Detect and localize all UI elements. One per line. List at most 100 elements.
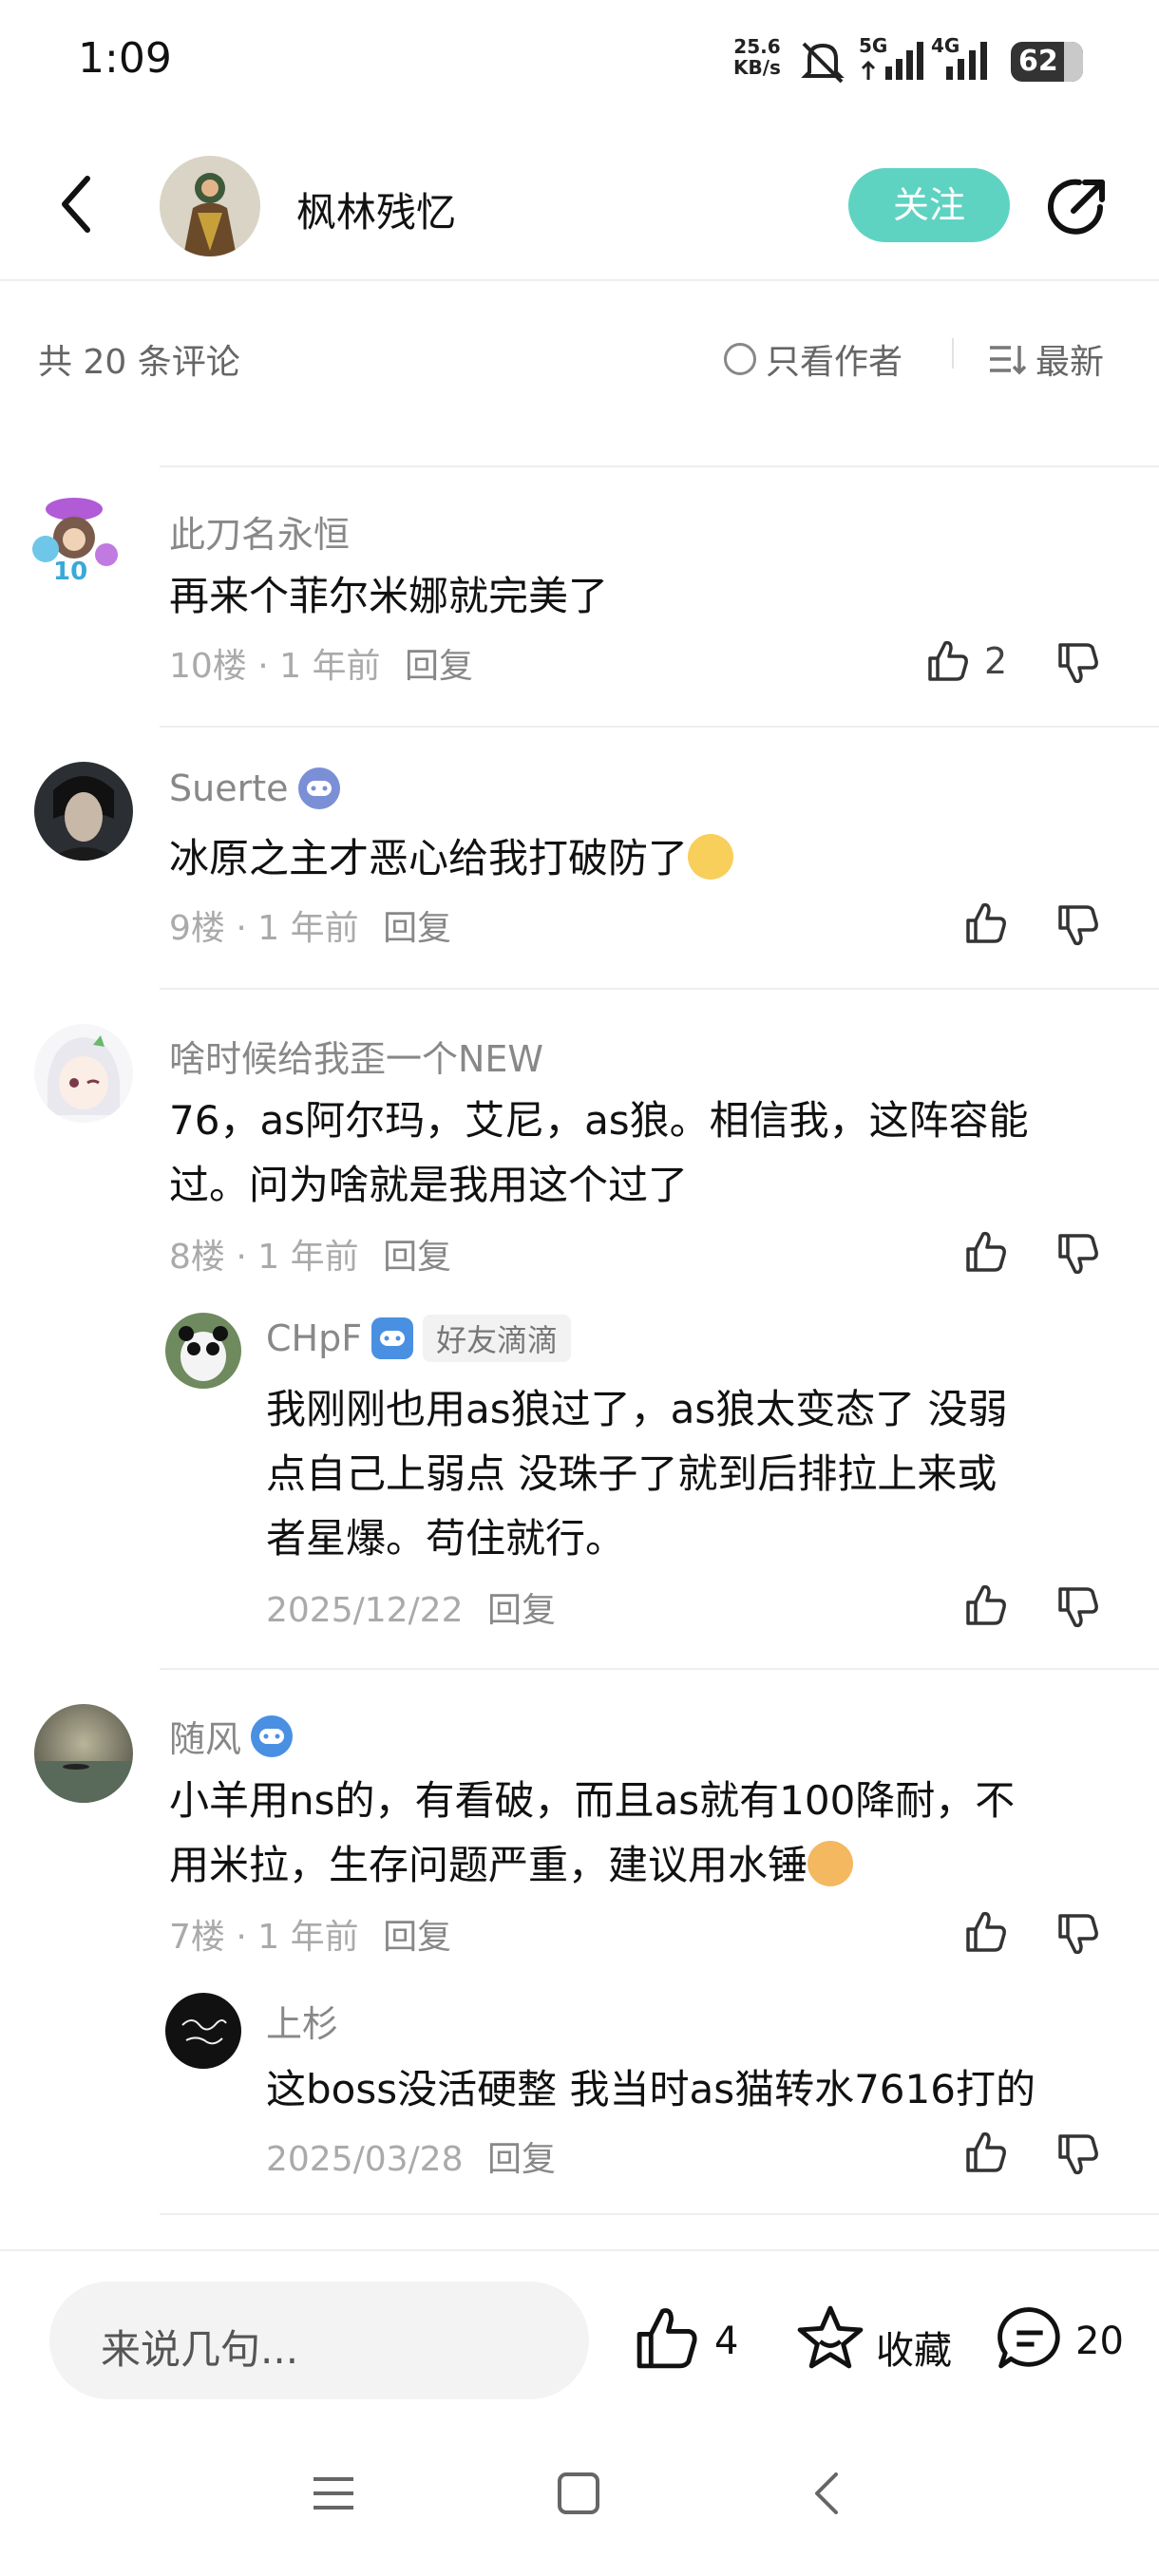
like-icon[interactable]: [962, 1228, 1010, 1276]
reply-meta: 2025/03/28 回复: [266, 2131, 556, 2181]
reply-user-name-row: CHpF 好友滴滴: [266, 1315, 572, 1362]
svg-text:10: 10: [53, 558, 87, 586]
reply-text: 这boss没活硬整 我当时as猫转水7616打的: [266, 2066, 1036, 2112]
author-name[interactable]: 枫林残忆: [296, 180, 456, 238]
reply-user-name[interactable]: CHpF: [266, 1317, 362, 1359]
reply-button[interactable]: 回复: [383, 909, 451, 948]
author-avatar[interactable]: [160, 156, 260, 256]
list-divider: [160, 726, 1159, 728]
comment-meta: 7楼 · 1 年前 回复: [169, 1918, 452, 1957]
comment-text-line: 小羊用ns的，有看破，而且as就有100降耐，不: [169, 1777, 1016, 1824]
comment-text: 冰原之主才恶心给我打破防了: [169, 835, 689, 881]
reply-button[interactable]: 回复: [383, 1238, 451, 1277]
reply-button[interactable]: 回复: [383, 1918, 451, 1957]
battery-level: 62: [1018, 45, 1058, 78]
menu-icon[interactable]: [310, 2470, 357, 2517]
dislike-icon[interactable]: [1054, 2131, 1102, 2178]
reply-meta: 2025/12/22 回复: [266, 1582, 556, 1632]
share-icon[interactable]: [1045, 173, 1112, 239]
back-arrow-icon[interactable]: [55, 171, 97, 237]
dislike-icon[interactable]: [1054, 639, 1102, 687]
gamepad-badge-icon: [297, 767, 340, 809]
dislike-icon[interactable]: [1054, 1583, 1102, 1631]
speed-value: 25.6: [733, 35, 781, 58]
smirk-emoji-icon: [688, 834, 734, 880]
comment-meta: 10楼 · 1 年前 回复: [169, 647, 473, 686]
favorite-label[interactable]: 收藏: [876, 2320, 952, 2375]
list-divider: [160, 1668, 1159, 1670]
signal-4g-icon: [946, 42, 987, 80]
reply-avatar[interactable]: [165, 1993, 241, 2069]
like-icon[interactable]: [924, 637, 972, 685]
author-only-toggle[interactable]: 只看作者: [724, 334, 902, 384]
comment-text-row: 用米拉，生存问题严重，建议用水锤: [169, 1833, 854, 1898]
header-divider: [0, 279, 1159, 281]
nav-back-icon[interactable]: [804, 2470, 851, 2517]
filter-separator: [952, 338, 954, 369]
reply-button[interactable]: 回复: [487, 1591, 556, 1630]
floor-label: 7楼: [169, 1918, 225, 1957]
like-icon[interactable]: [962, 1908, 1010, 1956]
reply-avatar[interactable]: [165, 1313, 241, 1389]
comment-meta: 8楼 · 1 年前 回复: [169, 1238, 452, 1277]
mute-bell-icon: [801, 42, 845, 84]
list-divider: [160, 988, 1159, 990]
comment-user-name-row: Suerte: [169, 767, 340, 809]
sweat-emoji-icon: [808, 1841, 854, 1886]
home-square-icon[interactable]: [555, 2470, 602, 2517]
comment-text-line: 过。问为啥就是我用这个过了: [169, 1162, 689, 1208]
floor-label: 8楼: [169, 1238, 225, 1277]
sort-icon: [990, 346, 1026, 375]
floor-label: 9楼: [169, 909, 225, 948]
list-divider: [160, 2213, 1159, 2215]
comment-bubble-icon[interactable]: [994, 2302, 1066, 2375]
time-label: 1 年前: [257, 1918, 359, 1957]
dislike-icon[interactable]: [1054, 901, 1102, 949]
time-label: 1 年前: [279, 647, 381, 686]
follow-button[interactable]: 关注: [848, 168, 1010, 242]
dislike-icon[interactable]: [1054, 1230, 1102, 1278]
battery-icon: 62: [1011, 42, 1083, 82]
signal-5g-icon: [861, 42, 923, 80]
reply-button[interactable]: 回复: [487, 2140, 556, 2179]
like-post-icon[interactable]: [631, 2302, 703, 2375]
gamepad-badge-icon: [251, 1714, 294, 1757]
status-time: 1:09: [78, 34, 172, 83]
comment-avatar[interactable]: [34, 1024, 133, 1123]
comment-input[interactable]: 来说几句...: [49, 2282, 589, 2399]
time-label: 1 年前: [257, 909, 359, 948]
star-favorite-icon[interactable]: [794, 2302, 866, 2375]
friend-tag: 好友滴滴: [423, 1315, 572, 1362]
like-icon[interactable]: [962, 1582, 1010, 1629]
comment-user-name[interactable]: 此刀名永恒: [169, 505, 350, 558]
comment-user-name[interactable]: 啥时候给我歪一个NEW: [169, 1030, 543, 1082]
comment-text-line: 76，as阿尔玛，艾尼，as狼。相信我，这阵容能: [169, 1097, 1029, 1144]
reply-text-line: 者星爆。苟住就行。: [266, 1515, 626, 1562]
comment-user-name[interactable]: 随风: [169, 1710, 241, 1762]
like-icon[interactable]: [962, 2129, 1010, 2176]
comment-user-name-row: 随风: [169, 1710, 294, 1762]
comment-avatar[interactable]: 10: [25, 492, 124, 591]
reply-button[interactable]: 回复: [405, 647, 473, 686]
post-like-count: 4: [714, 2320, 739, 2363]
comment-count: 20: [1075, 2320, 1124, 2363]
comment-input-placeholder: 来说几句...: [101, 2326, 299, 2373]
speed-unit: KB/s: [733, 56, 781, 79]
reply-user-name[interactable]: 上杉: [266, 1995, 338, 2047]
network-speed: 25.6 KB/s: [733, 36, 781, 78]
comment-count-text: 共 20 条评论: [38, 343, 240, 382]
comment-meta: 9楼 · 1 年前 回复: [169, 909, 452, 948]
comment-avatar[interactable]: [34, 1704, 133, 1803]
floor-label: 10楼: [169, 647, 247, 686]
date-label: 2025/12/22: [266, 1591, 464, 1630]
list-divider: [160, 465, 1159, 467]
bottom-bar-divider: [0, 2249, 1159, 2251]
like-count: 2: [984, 640, 1008, 682]
comment-user-name[interactable]: Suerte: [169, 767, 289, 809]
comment-text-row: 冰原之主才恶心给我打破防了: [169, 826, 734, 891]
dislike-icon[interactable]: [1054, 1910, 1102, 1958]
sort-latest-button[interactable]: 最新: [988, 334, 1104, 384]
comment-avatar[interactable]: [34, 762, 133, 861]
comment-text-line: 用米拉，生存问题严重，建议用水锤: [169, 1842, 808, 1888]
like-icon[interactable]: [962, 900, 1010, 947]
